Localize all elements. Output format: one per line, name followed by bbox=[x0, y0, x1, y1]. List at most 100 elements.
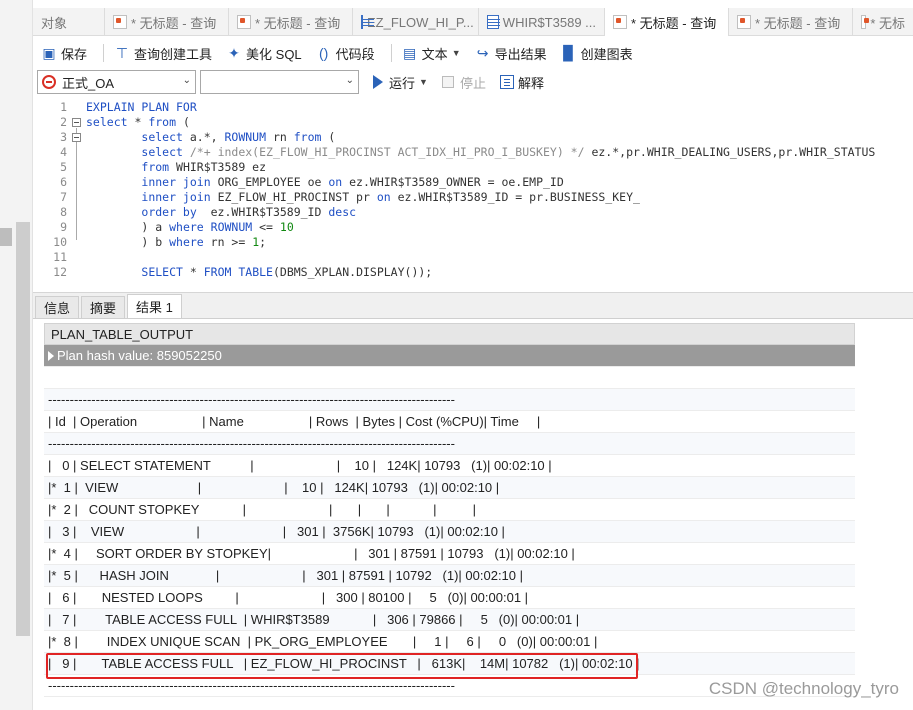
toolbar-divider bbox=[103, 44, 105, 62]
code-text: order by ez.WHIR$T3589_ID desc bbox=[141, 205, 357, 219]
table-row[interactable]: | 6 | NESTED LOOPS | | 300 | 80100 | 5 (… bbox=[44, 587, 855, 609]
query-icon bbox=[237, 15, 251, 29]
parentheses-icon: () bbox=[318, 45, 329, 61]
table-row[interactable]: | 0 | SELECT STATEMENT | | 10 | 124K| 10… bbox=[44, 455, 855, 477]
table-row[interactable]: ----------------------------------------… bbox=[44, 389, 855, 411]
fold-toggle-icon[interactable] bbox=[72, 133, 81, 142]
line-number: 6 bbox=[60, 175, 67, 189]
query-builder-icon: ⊤ bbox=[115, 45, 129, 61]
tab-query-active[interactable]: * 无标题 - 查询 bbox=[605, 8, 729, 36]
code-text: inner join ORG_EMPLOYEE oe on ez.WHIR$T3… bbox=[141, 175, 564, 189]
tab-objects[interactable]: 对象 bbox=[33, 8, 105, 36]
table-row[interactable]: | 3 | VIEW | | 301 | 3756K| 10793 (1)| 0… bbox=[44, 521, 855, 543]
chevron-down-icon: ▼ bbox=[419, 77, 428, 87]
cell-text: |* 2 | COUNT STOPKEY | | | | | | bbox=[48, 502, 476, 517]
cell-text: |* 8 | INDEX UNIQUE SCAN | PK_ORG_EMPLOY… bbox=[48, 634, 598, 649]
watermark: CSDN @technology_tyro bbox=[708, 679, 899, 698]
tab-query-2[interactable]: * 无标题 - 查询 bbox=[229, 8, 353, 36]
tab-table-whir[interactable]: WHIR$T3589 ... bbox=[479, 8, 605, 36]
table-row[interactable]: | Id | Operation | Name | Rows | Bytes |… bbox=[44, 411, 855, 433]
results-panel: 信息 摘要 结果 1 PLAN_TABLE_OUTPUT Plan hash v… bbox=[33, 292, 913, 710]
result-grid: PLAN_TABLE_OUTPUT Plan hash value: 85905… bbox=[44, 323, 855, 697]
code-text: select a.*, ROWNUM rn from ( bbox=[141, 130, 336, 144]
document-icon: ▤ bbox=[403, 45, 417, 61]
table-row[interactable]: |* 2 | COUNT STOPKEY | | | | | | bbox=[44, 499, 855, 521]
code-text: EXPLAIN PLAN FOR bbox=[86, 100, 197, 114]
connection-toolbar: 正式_OA ⌄ ⌄ 运行 ▼ 停止 解释 bbox=[33, 68, 913, 96]
stop-label: 停止 bbox=[459, 75, 486, 91]
table-row[interactable]: |* 5 | HASH JOIN | | 301 | 87591 | 10792… bbox=[44, 565, 855, 587]
export-results-button[interactable]: ↪ 导出结果 bbox=[471, 41, 551, 65]
result-tab-bar: 信息 摘要 结果 1 bbox=[33, 293, 913, 319]
table-row[interactable]: | 7 | TABLE ACCESS FULL | WHIR$T3589 | 3… bbox=[44, 609, 855, 631]
table-row[interactable]: Plan hash value: 859052250 bbox=[44, 345, 855, 367]
stop-button[interactable]: 停止 bbox=[438, 70, 490, 94]
save-label: 保存 bbox=[61, 46, 88, 62]
table-row[interactable]: |* 1 | VIEW | | 10 | 124K| 10793 (1)| 00… bbox=[44, 477, 855, 499]
explain-button[interactable]: 解释 bbox=[496, 70, 548, 94]
table-row[interactable]: |* 8 | INDEX UNIQUE SCAN | PK_ORG_EMPLOY… bbox=[44, 631, 855, 653]
tab-label: WHIR$T3589 ... bbox=[502, 14, 596, 30]
tab-query-1[interactable]: * 无标题 - 查询 bbox=[105, 8, 229, 36]
tab-summary[interactable]: 摘要 bbox=[81, 296, 126, 318]
tab-label: 摘要 bbox=[90, 301, 117, 316]
sidebar-splitter[interactable] bbox=[0, 228, 12, 246]
sql-editor[interactable]: 1 EXPLAIN PLAN FOR 2 select * from ( 3 sel… bbox=[33, 98, 913, 288]
code-snippet-button[interactable]: () 代码段 bbox=[312, 41, 379, 65]
schema-select[interactable]: ⌄ bbox=[200, 70, 359, 94]
table-row[interactable]: ----------------------------------------… bbox=[44, 433, 855, 455]
fold-toggle-icon[interactable] bbox=[72, 118, 81, 127]
run-button[interactable]: 运行 ▼ bbox=[369, 70, 432, 94]
code-line: 6 inner join ORG_EMPLOYEE oe on ez.WHIR$… bbox=[33, 175, 913, 190]
table-icon bbox=[361, 15, 374, 29]
code-text: SELECT * FROM TABLE(DBMS_XPLAN.DISPLAY()… bbox=[141, 265, 433, 279]
code-text: select * from ( bbox=[86, 115, 190, 129]
table-row[interactable]: |* 4 | SORT ORDER BY STOPKEY| | 301 | 87… bbox=[44, 543, 855, 565]
create-chart-button[interactable]: ▉ 创建图表 bbox=[557, 41, 637, 65]
query-builder-label: 查询创建工具 bbox=[134, 46, 213, 62]
explain-label: 解释 bbox=[517, 75, 544, 91]
tab-result-1[interactable]: 结果 1 bbox=[127, 294, 182, 318]
code-text: inner join EZ_FLOW_HI_PROCINST pr on ez.… bbox=[141, 190, 640, 204]
column-header[interactable]: PLAN_TABLE_OUTPUT bbox=[44, 323, 855, 345]
connection-select[interactable]: 正式_OA ⌄ bbox=[37, 70, 196, 94]
text-label: 文本 bbox=[421, 46, 448, 62]
connection-selected-value: 正式_OA bbox=[62, 75, 115, 91]
query-icon bbox=[613, 15, 627, 29]
create-chart-label: 创建图表 bbox=[580, 46, 633, 62]
beautify-sql-button[interactable]: ✦ 美化 SQL bbox=[222, 41, 306, 65]
cell-text: | 0 | SELECT STATEMENT | | 10 | 124K| 10… bbox=[48, 458, 552, 473]
cell-text: ----------------------------------------… bbox=[48, 678, 455, 693]
snippet-label: 代码段 bbox=[335, 46, 375, 62]
tab-label: 信息 bbox=[44, 301, 71, 316]
save-button[interactable]: ▣ 保存 bbox=[37, 41, 91, 65]
code-line: 12 SELECT * FROM TABLE(DBMS_XPLAN.DISPLA… bbox=[33, 265, 913, 280]
tab-label: EZ_FLOW_HI_P... bbox=[367, 14, 474, 30]
bar-chart-icon: ▉ bbox=[563, 45, 575, 61]
text-mode-button[interactable]: ▤ 文本 ▼ bbox=[398, 41, 465, 65]
tab-query-4[interactable]: * 无标 bbox=[853, 8, 913, 36]
line-number: 11 bbox=[53, 250, 67, 264]
query-icon bbox=[861, 15, 870, 29]
tab-label: * 无标题 - 查询 bbox=[255, 15, 341, 31]
tab-label: * 无标 bbox=[870, 15, 905, 31]
code-line: 10 ) b where rn >= 1; bbox=[33, 235, 913, 250]
tab-table-ez-flow[interactable]: EZ_FLOW_HI_P... bbox=[353, 8, 479, 36]
tab-bar: 对象 * 无标题 - 查询 * 无标题 - 查询 EZ_FLOW_HI_P...… bbox=[33, 8, 913, 36]
line-number: 7 bbox=[60, 190, 67, 204]
query-builder-button[interactable]: ⊤ 查询创建工具 bbox=[110, 41, 216, 65]
line-number: 8 bbox=[60, 205, 67, 219]
line-number: 1 bbox=[60, 100, 67, 114]
magic-wand-icon: ✦ bbox=[228, 45, 240, 61]
code-line: 2 select * from ( bbox=[33, 115, 913, 130]
table-icon bbox=[487, 15, 500, 29]
line-number: 9 bbox=[60, 220, 67, 234]
save-icon: ▣ bbox=[42, 45, 56, 61]
tab-query-3[interactable]: * 无标题 - 查询 bbox=[729, 8, 853, 36]
table-row[interactable] bbox=[44, 367, 855, 389]
vertical-scrollbar-thumb[interactable] bbox=[16, 222, 30, 636]
tab-messages[interactable]: 信息 bbox=[35, 296, 80, 318]
line-number: 5 bbox=[60, 160, 67, 174]
cell-text: Plan hash value: 859052250 bbox=[57, 348, 222, 363]
cell-text: | 3 | VIEW | | 301 | 3756K| 10793 (1)| 0… bbox=[48, 524, 505, 539]
